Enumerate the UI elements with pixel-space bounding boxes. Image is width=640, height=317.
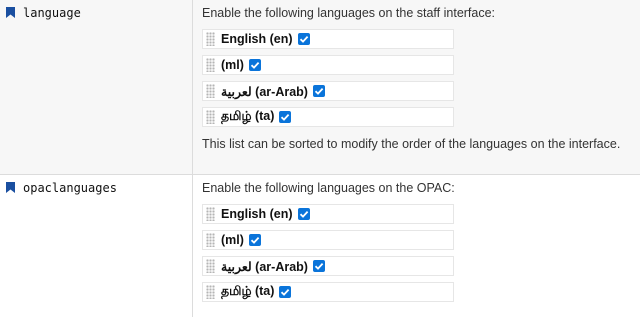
language-label: لعربية (ar-Arab) xyxy=(221,84,308,99)
language-label: (ml) xyxy=(221,233,244,247)
language-item[interactable]: لعربية (ar-Arab) xyxy=(202,256,454,276)
pref-name: opaclanguages xyxy=(23,181,117,195)
checkbox-checked-icon[interactable] xyxy=(279,286,292,298)
drag-handle-icon[interactable] xyxy=(206,110,215,124)
language-label: (ml) xyxy=(221,58,244,72)
pref-name: language xyxy=(23,6,81,20)
language-item[interactable]: தமிழ் (ta) xyxy=(202,282,454,302)
pref-description: Enable the following languages on the st… xyxy=(202,6,496,20)
drag-handle-icon[interactable] xyxy=(206,285,215,299)
sortable-language-list: English (en) (ml) لعربية (ar-Arab) தமிழ்… xyxy=(202,204,640,302)
pref-row-opaclanguages: opaclanguages Enable the following langu… xyxy=(0,175,640,317)
language-label: தமிழ் (ta) xyxy=(221,284,275,298)
language-item[interactable]: தமிழ் (ta) xyxy=(202,107,454,127)
pref-name-cell: opaclanguages xyxy=(0,175,193,317)
language-item[interactable]: لعربية (ar-Arab) xyxy=(202,81,454,101)
sortable-language-list: English (en) (ml) لعربية (ar-Arab) தமிழ்… xyxy=(202,29,640,127)
pref-name-cell: language xyxy=(0,0,193,174)
pref-description: Enable the following languages on the OP… xyxy=(202,181,455,195)
pref-row-language: language Enable the following languages … xyxy=(0,0,640,175)
language-label: English (en) xyxy=(221,207,293,221)
checkbox-checked-icon[interactable] xyxy=(312,85,325,97)
language-label: தமிழ் (ta) xyxy=(221,109,275,123)
pref-value-cell: Enable the following languages on the OP… xyxy=(193,175,640,317)
drag-handle-icon[interactable] xyxy=(206,207,215,221)
drag-handle-icon[interactable] xyxy=(206,84,215,98)
checkbox-checked-icon[interactable] xyxy=(248,234,261,246)
checkbox-checked-icon[interactable] xyxy=(312,260,325,272)
drag-handle-icon[interactable] xyxy=(206,58,215,72)
checkbox-checked-icon[interactable] xyxy=(297,208,310,220)
checkbox-checked-icon[interactable] xyxy=(297,33,310,45)
language-label: لعربية (ar-Arab) xyxy=(221,259,308,274)
language-item[interactable]: (ml) xyxy=(202,230,454,250)
language-item[interactable]: (ml) xyxy=(202,55,454,75)
drag-handle-icon[interactable] xyxy=(206,259,215,273)
language-item[interactable]: English (en) xyxy=(202,29,454,49)
drag-handle-icon[interactable] xyxy=(206,233,215,247)
bookmark-icon[interactable] xyxy=(6,7,15,18)
language-item[interactable]: English (en) xyxy=(202,204,454,224)
language-label: English (en) xyxy=(221,32,293,46)
checkbox-checked-icon[interactable] xyxy=(248,59,261,71)
pref-value-cell: Enable the following languages on the st… xyxy=(193,0,640,174)
pref-note: This list can be sorted to modify the or… xyxy=(202,137,621,151)
drag-handle-icon[interactable] xyxy=(206,32,215,46)
checkbox-checked-icon[interactable] xyxy=(279,111,292,123)
bookmark-icon[interactable] xyxy=(6,182,15,193)
